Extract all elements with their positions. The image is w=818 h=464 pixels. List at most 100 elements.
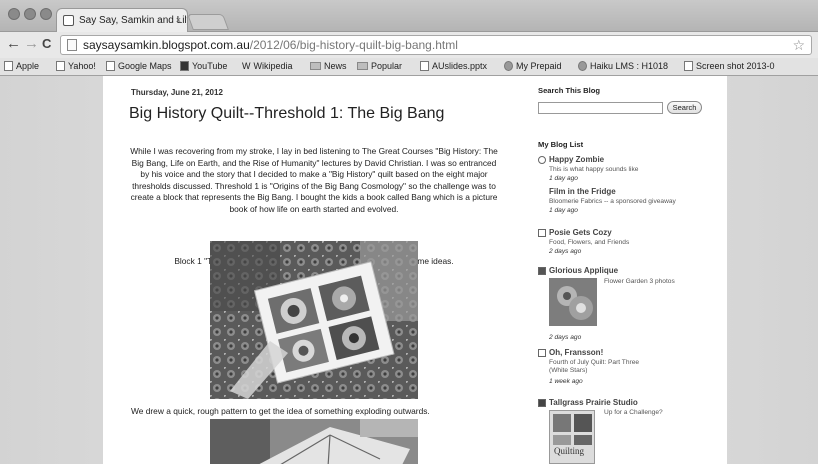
search-heading: Search This Blog [538,86,601,95]
blog-name[interactable]: Glorious Applique [549,266,618,275]
search-button[interactable]: Search [667,101,702,114]
browser-tab[interactable]: Say Say, Samkin and Lilypo × [56,8,188,32]
zoom-window-button[interactable] [40,8,52,20]
bookmark-yahoo[interactable]: Yahoo! [56,61,96,71]
bookmark-wikipedia[interactable]: W Wikipedia [242,61,293,71]
blog-name[interactable]: Tallgrass Prairie Studio [549,398,638,407]
blog-name[interactable]: Oh, Fransson! [549,348,603,357]
post-photo-pattern[interactable] [210,419,418,464]
blog-desc[interactable]: Flower Garden 3 photos [604,278,694,286]
blogger-icon [538,229,546,237]
blogger-icon [538,267,546,275]
post-body: While I was recovering from my stroke, I… [130,146,498,214]
reload-button[interactable]: C [42,36,51,52]
folder-icon [357,62,368,70]
bookmark-my-prepaid[interactable]: My Prepaid [504,61,562,71]
blog-ago: 1 day ago [549,175,578,182]
bookmark-label: YouTube [192,61,228,71]
tallgrass-icon [538,399,546,407]
page-icon [420,61,429,71]
blog-list-item[interactable]: Posie Gets Cozy Food, Flowers, and Frien… [538,228,718,258]
bookmark-google-maps[interactable]: Google Maps [106,61,172,71]
bookmark-label: Haiku LMS : H1018 [590,61,669,71]
maps-icon [106,61,115,71]
blog-ago: 1 week ago [549,378,583,385]
bookmark-youtube[interactable]: YouTube [180,61,227,71]
tallgrass-thumb-text: Quilting [554,446,585,456]
page-icon [67,39,77,51]
bookmark-haiku-lms[interactable]: Haiku LMS : H1018 [578,61,668,71]
tab-close-icon[interactable]: × [176,15,181,25]
back-button[interactable]: ← [6,36,21,52]
tallgrass-thumbnail[interactable]: Quilting [549,410,595,464]
bookmark-folder-news[interactable]: News [310,61,347,71]
youtube-icon [180,61,189,71]
blog-name[interactable]: Posie Gets Cozy [549,228,612,237]
blog-content: Thursday, June 21, 2012 Big History Quil… [103,76,727,464]
new-tab-button[interactable] [187,14,229,30]
blog-desc[interactable]: Bloomerie Fabrics -- a sponsored giveawa… [549,198,679,206]
bookmark-label: AUslides.pptx [432,61,488,71]
blog-desc[interactable]: Food, Flowers, and Friends [549,239,679,247]
blog-list-item[interactable]: Tallgrass Prairie Studio Quilting Up for… [538,398,718,464]
bookmark-screen-shot[interactable]: Screen shot 2013-0 [684,61,775,71]
happy-zombie-icon [538,156,546,164]
blog-search-input[interactable] [538,102,663,114]
blog-ago: 2 days ago [549,248,582,255]
blog-ago: 1 day ago [549,207,578,214]
page-icon [56,61,65,71]
bookmark-label: Google Maps [118,61,172,71]
blog-list-item[interactable]: Happy Zombie This is what happy sounds l… [538,155,718,185]
blog-sidebar: Search This Blog Search My Blog List Hap… [538,76,718,464]
blogger-icon [538,349,546,357]
bookmark-label: Wikipedia [253,61,293,71]
page-icon [4,61,13,71]
printouts-photo-graphic [210,241,418,399]
blog-name[interactable]: Happy Zombie [549,155,604,164]
page-viewport[interactable]: Thursday, June 21, 2012 Big History Quil… [0,76,818,464]
blog-list-item[interactable]: Oh, Fransson! Fourth of July Quilt: Part… [538,348,718,392]
blog-name[interactable]: Film in the Fridge [549,187,616,196]
prepaid-icon [504,61,513,71]
bookmark-label: Popular [371,61,403,71]
tallgrass-thumbnail-graphic [553,414,592,445]
window-titlebar: Say Say, Samkin and Lilypo × [0,0,818,32]
address-bar[interactable]: saysaysamkin.blogspot.com.au/2012/06/big… [60,35,812,55]
url-host: saysaysamkin.blogspot.com.au [83,38,250,52]
blog-list-item[interactable]: Glorious Applique Flower Garden 3 photos… [538,266,718,346]
bookmark-auslides[interactable]: AUslides.pptx [420,61,487,71]
blog-desc[interactable]: Fourth of July Quilt: Part Three (White … [549,359,659,375]
tab-title: Say Say, Samkin and Lilypo [79,15,187,26]
blog-list-item[interactable]: Film in the Fridge Bloomerie Fabrics -- … [538,187,718,217]
blog-desc[interactable]: Up for a Challenge? [604,409,694,417]
folder-icon [310,62,321,70]
close-window-button[interactable] [8,8,20,20]
bookmark-label: Apple [16,61,40,71]
bookmarks-bar: Apple Yahoo! Google Maps YouTube W Wikipe… [0,58,818,76]
post-photo-printouts[interactable] [210,241,418,399]
browser-toolbar: ← → C saysaysamkin.blogspot.com.au/2012/… [0,32,818,58]
url-path: /2012/06/big-history-quilt-big-bang.html [249,38,458,52]
forward-button[interactable]: → [24,36,39,52]
bookmark-label: My Prepaid [516,61,562,71]
blog-list-heading: My Blog List [538,140,584,149]
page-icon [684,61,693,71]
post-caption-2: We drew a quick, rough pattern to get th… [131,406,430,416]
blogger-favicon-icon [63,15,74,26]
applique-thumbnail-graphic [549,278,597,326]
wikipedia-icon: W [242,61,251,71]
bookmark-apple[interactable]: Apple [4,61,39,71]
bookmark-star-icon[interactable]: ☆ [792,37,805,54]
post-title[interactable]: Big History Quilt--Threshold 1: The Big … [129,105,444,123]
bookmark-folder-popular[interactable]: Popular [357,61,402,71]
blog-desc[interactable]: This is what happy sounds like [549,166,679,174]
minimize-window-button[interactable] [24,8,36,20]
pattern-photo-graphic [210,419,418,464]
post-date: Thursday, June 21, 2012 [131,88,223,97]
glorious-applique-thumbnail[interactable] [549,278,597,326]
bookmark-label: Screen shot 2013-0 [696,61,775,71]
haiku-icon [578,61,587,71]
blog-ago: 2 days ago [549,334,582,341]
bookmark-label: News [324,61,347,71]
bookmark-label: Yahoo! [68,61,96,71]
